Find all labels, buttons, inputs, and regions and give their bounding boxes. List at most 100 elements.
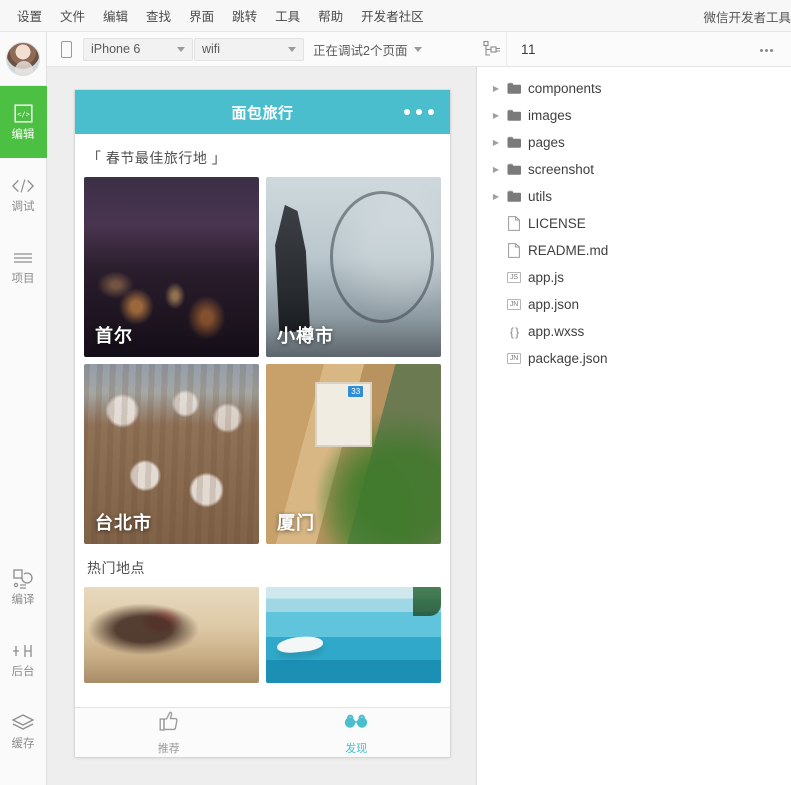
app-title: 面包旅行 <box>231 102 293 123</box>
popular-card-2[interactable] <box>266 587 441 683</box>
tree-row-screenshot[interactable]: ▶ screenshot <box>477 156 791 183</box>
menu-item-list: 设置 文件 编辑 查找 界面 跳转 工具 帮助 开发者社区 <box>0 2 433 29</box>
sidebar-item-edit[interactable]: </> 编辑 <box>0 86 47 158</box>
simulator-toolbar: iPhone 6 wifi 正在调试2个页面 <box>47 32 477 67</box>
folder-icon <box>503 109 525 122</box>
menu-item-file[interactable]: 文件 <box>51 2 94 29</box>
sidebar-label-debug: 调试 <box>12 202 35 214</box>
compile-refresh-icon <box>11 568 35 590</box>
menu-item-find[interactable]: 查找 <box>137 2 180 29</box>
tree-item-label: README.md <box>528 243 608 258</box>
file-tree-panel: ▶ components ▶ images ▶ pages ▶ screenshot ▶ util… <box>477 67 791 785</box>
tree-row-package-json[interactable]: ▶JNpackage.json <box>477 345 791 372</box>
network-select[interactable]: wifi <box>194 38 304 61</box>
chevron-down-icon <box>288 47 296 52</box>
menu-item-interface[interactable]: 界面 <box>180 2 223 29</box>
braces-file-icon: { } <box>503 325 525 339</box>
chevron-right-icon[interactable]: ▶ <box>489 138 503 147</box>
sidebar-item-cache[interactable]: 缓存 <box>0 695 47 767</box>
debug-status-select[interactable]: 正在调试2个页面 <box>305 38 430 61</box>
window-title: 微信开发者工具 <box>703 0 791 32</box>
file-type-badge: JN <box>507 353 521 364</box>
lines-icon <box>12 247 34 269</box>
network-select-value: wifi <box>202 42 220 56</box>
file-panel-tab[interactable]: 11 <box>507 42 550 57</box>
code-box-icon: </> <box>13 103 34 125</box>
chevron-right-icon[interactable]: ▶ <box>489 192 503 201</box>
json-file-icon: JN <box>503 353 525 364</box>
tree-row-components[interactable]: ▶ components <box>477 75 791 102</box>
phone-glyph <box>61 41 72 58</box>
tree-item-label: package.json <box>528 351 608 366</box>
tree-row-app-js[interactable]: ▶JSapp.js <box>477 264 791 291</box>
menu-item-edit[interactable]: 编辑 <box>94 2 137 29</box>
tree-row-utils[interactable]: ▶ utils <box>477 183 791 210</box>
file-icon <box>503 243 525 258</box>
destination-label: 台北市 <box>95 509 152 535</box>
tree-item-label: utils <box>528 189 552 204</box>
tree-item-label: components <box>528 81 602 96</box>
chevron-down-icon <box>177 47 185 52</box>
phone-icon[interactable] <box>53 37 79 61</box>
sidebar-item-compile[interactable]: 编译 <box>0 551 47 623</box>
destination-card-taipei[interactable]: 台北市 <box>84 364 259 544</box>
popular-card-grid <box>75 587 450 683</box>
user-avatar[interactable] <box>6 42 40 76</box>
tab-recommend[interactable]: 推荐 <box>75 710 263 756</box>
tree-item-label: images <box>528 108 572 123</box>
avatar-container[interactable] <box>0 32 47 86</box>
tree-item-label: pages <box>528 135 565 150</box>
app-page-body: 「 春节最佳旅行地 」 首尔 小樽市 台北市 厦门 热门地点 <box>75 134 450 707</box>
section-title-popular: 热门地点 <box>75 544 450 587</box>
device-select[interactable]: iPhone 6 <box>83 38 193 61</box>
menu-item-settings[interactable]: 设置 <box>8 2 51 29</box>
tree-row-LICENSE[interactable]: ▶LICENSE <box>477 210 791 237</box>
menu-item-goto[interactable]: 跳转 <box>223 2 266 29</box>
sidebar-label-cache: 缓存 <box>12 739 35 751</box>
tree-row-app-json[interactable]: ▶JNapp.json <box>477 291 791 318</box>
svg-text:</>: </> <box>17 111 30 119</box>
menu-item-community[interactable]: 开发者社区 <box>352 2 433 29</box>
tree-row-README-md[interactable]: ▶README.md <box>477 237 791 264</box>
destination-card-xiamen[interactable]: 厦门 <box>266 364 441 544</box>
layers-icon <box>11 712 35 734</box>
sidebar-item-project[interactable]: 项目 <box>0 230 47 302</box>
chevron-right-icon[interactable]: ▶ <box>489 165 503 174</box>
tree-row-app-wxss[interactable]: ▶{ }app.wxss <box>477 318 791 345</box>
folder-icon <box>503 82 525 95</box>
popular-card-1[interactable] <box>84 587 259 683</box>
tree-structure-icon[interactable] <box>477 32 507 67</box>
background-icon <box>11 640 35 662</box>
more-ellipsis-icon[interactable] <box>757 41 775 59</box>
sidebar-item-debug[interactable]: 调试 <box>0 158 47 230</box>
app-tab-bar: 推荐 发现 <box>75 707 450 757</box>
tree-item-label: screenshot <box>528 162 594 177</box>
chevron-right-icon[interactable]: ▶ <box>489 111 503 120</box>
chevron-right-icon[interactable]: ▶ <box>489 84 503 93</box>
sidebar-label-background: 后台 <box>12 667 35 679</box>
app-nav-bar: 面包旅行 <box>75 90 450 134</box>
featured-card-grid: 首尔 小樽市 台北市 厦门 <box>75 177 450 544</box>
sidebar-label-edit: 编辑 <box>12 130 35 142</box>
tab-discover[interactable]: 发现 <box>263 710 451 756</box>
destination-card-otaru[interactable]: 小樽市 <box>266 177 441 357</box>
folder-icon <box>503 136 525 149</box>
destination-card-seoul[interactable]: 首尔 <box>84 177 259 357</box>
folder-icon <box>503 163 525 176</box>
destination-label: 小樽市 <box>277 322 334 348</box>
file-type-badge: JN <box>507 299 521 310</box>
tab-label: 推荐 <box>158 740 180 756</box>
dot <box>765 49 768 52</box>
dot <box>416 109 422 115</box>
menu-item-tools[interactable]: 工具 <box>266 2 309 29</box>
js-file-icon: JS <box>503 272 525 283</box>
menu-item-help[interactable]: 帮助 <box>309 2 352 29</box>
debug-status-value: 正在调试2个页面 <box>313 40 407 59</box>
tab-label: 发现 <box>345 740 367 756</box>
tree-row-pages[interactable]: ▶ pages <box>477 129 791 156</box>
sidebar-item-background[interactable]: 后台 <box>0 623 47 695</box>
menu-bar: 设置 文件 编辑 查找 界面 跳转 工具 帮助 开发者社区 微信开发者工具 <box>0 0 791 32</box>
device-select-value: iPhone 6 <box>91 42 140 56</box>
three-dots-icon[interactable] <box>404 109 434 115</box>
tree-row-images[interactable]: ▶ images <box>477 102 791 129</box>
